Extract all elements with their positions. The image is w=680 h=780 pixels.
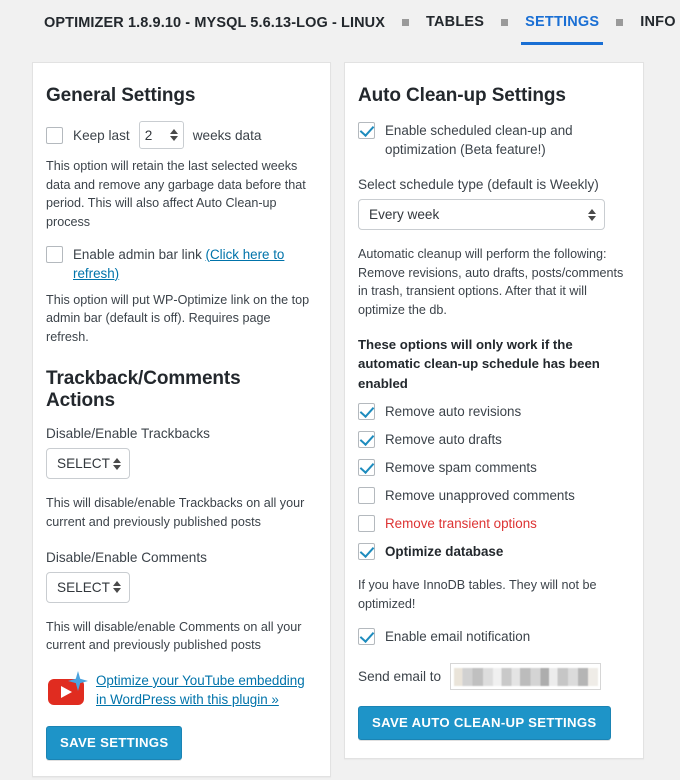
innodb-note: If you have InnoDB tables. They will not… bbox=[358, 578, 597, 611]
nav-separator-icon bbox=[501, 18, 509, 26]
keep-last-description: This option will retain the last selecte… bbox=[46, 159, 306, 229]
trackbacks-description: This will disable/enable Trackbacks on a… bbox=[46, 496, 305, 530]
youtube-promo-link[interactable]: Optimize your YouTube embedding in WordP… bbox=[96, 671, 313, 710]
select-arrows-icon[interactable] bbox=[113, 457, 121, 470]
remove-auto-drafts-checkbox[interactable] bbox=[358, 431, 375, 449]
schedule-type-label: Select schedule type (default is Weekly) bbox=[358, 177, 599, 193]
select-arrows-icon[interactable] bbox=[588, 208, 596, 221]
enable-schedule-checkbox[interactable] bbox=[358, 122, 375, 139]
auto-cleanup-settings-panel: Auto Clean-up Settings Enable scheduled … bbox=[344, 62, 644, 759]
admin-bar-link-row[interactable]: Enable admin bar link (Click here to ref… bbox=[46, 245, 313, 283]
trackbacks-field-label: Disable/Enable Trackbacks bbox=[46, 426, 210, 442]
app-header: OPTIMIZER 1.8.9.10 - MYSQL 5.6.13-LOG - … bbox=[0, 0, 680, 46]
tab-tables[interactable]: TABLES bbox=[426, 14, 484, 32]
weeks-number-input[interactable]: 2 bbox=[138, 121, 184, 149]
general-settings-panel: General Settings Keep last 2 weeks data … bbox=[32, 62, 331, 777]
remove-transient-options-checkbox[interactable] bbox=[358, 515, 375, 533]
keep-last-prefix-label: Keep last bbox=[73, 127, 130, 143]
remove-auto-drafts-label: Remove auto drafts bbox=[385, 432, 502, 448]
option-remove-auto-revisions[interactable]: Remove auto revisions bbox=[358, 402, 626, 421]
keep-last-suffix-label: weeks data bbox=[192, 127, 262, 143]
general-settings-title: General Settings bbox=[46, 85, 196, 106]
tab-settings[interactable]: SETTINGS bbox=[521, 14, 604, 45]
email-notification-label: Enable email notification bbox=[385, 628, 531, 644]
schedule-type-select[interactable]: Every week bbox=[358, 199, 605, 231]
remove-auto-revisions-label: Remove auto revisions bbox=[385, 404, 522, 420]
nav-separator-icon bbox=[402, 18, 410, 26]
remove-unapproved-comments-checkbox[interactable] bbox=[358, 487, 375, 505]
remove-auto-revisions-checkbox[interactable] bbox=[358, 403, 375, 421]
trackback-actions-title: Trackback/Comments Actions bbox=[46, 368, 241, 412]
email-notification-checkbox[interactable] bbox=[358, 627, 375, 645]
stepper-arrows-icon[interactable] bbox=[169, 129, 178, 141]
optimize-database-checkbox[interactable] bbox=[358, 543, 375, 561]
auto-cleanup-warning-text: These options will only work if the auto… bbox=[358, 336, 600, 391]
trackbacks-select[interactable]: SELECT bbox=[46, 448, 130, 480]
option-remove-spam-comments[interactable]: Remove spam comments bbox=[358, 458, 626, 477]
comments-field-label: Disable/Enable Comments bbox=[46, 549, 207, 565]
optimize-database-label: Optimize database bbox=[385, 544, 504, 560]
nav-separator-icon bbox=[616, 18, 624, 26]
youtube-icon bbox=[46, 670, 88, 705]
comments-description: This will disable/enable Comments on all… bbox=[46, 619, 302, 653]
enable-schedule-label: Enable scheduled clean-up and optimizati… bbox=[385, 123, 573, 158]
remove-spam-comments-label: Remove spam comments bbox=[385, 460, 537, 476]
enable-email-notification-row[interactable]: Enable email notification bbox=[358, 627, 626, 646]
enable-schedule-row[interactable]: Enable scheduled clean-up and optimizati… bbox=[358, 121, 626, 159]
settings-columns: General Settings Keep last 2 weeks data … bbox=[0, 46, 680, 777]
remove-spam-comments-checkbox[interactable] bbox=[358, 459, 375, 477]
remove-unapproved-comments-label: Remove unapproved comments bbox=[385, 488, 575, 504]
page-title: OPTIMIZER 1.8.9.10 - MYSQL 5.6.13-LOG - … bbox=[44, 15, 386, 31]
redacted-email-value bbox=[454, 667, 599, 686]
option-remove-unapproved-comments[interactable]: Remove unapproved comments bbox=[358, 486, 626, 505]
save-auto-cleanup-settings-button[interactable]: SAVE AUTO CLEAN-UP SETTINGS bbox=[358, 705, 611, 740]
send-email-input[interactable] bbox=[450, 662, 602, 690]
option-remove-transient-options[interactable]: Remove transient options bbox=[358, 514, 626, 533]
auto-cleanup-info-text: Automatic cleanup will perform the follo… bbox=[358, 247, 624, 317]
select-arrows-icon[interactable] bbox=[113, 581, 121, 594]
trackbacks-select-value: SELECT bbox=[57, 456, 110, 472]
keep-last-weeks-row[interactable]: Keep last 2 weeks data bbox=[46, 121, 313, 149]
remove-transient-options-label: Remove transient options bbox=[385, 516, 537, 532]
comments-select[interactable]: SELECT bbox=[46, 571, 130, 603]
tab-info[interactable]: INFO bbox=[640, 14, 675, 32]
option-remove-auto-drafts[interactable]: Remove auto drafts bbox=[358, 430, 626, 449]
keep-last-checkbox[interactable] bbox=[46, 126, 63, 144]
comments-select-value: SELECT bbox=[57, 579, 110, 595]
schedule-type-value: Every week bbox=[369, 207, 440, 223]
auto-cleanup-title: Auto Clean-up Settings bbox=[358, 85, 566, 106]
send-email-label: Send email to bbox=[358, 668, 442, 684]
option-optimize-database[interactable]: Optimize database bbox=[358, 542, 626, 561]
youtube-promo[interactable]: Optimize your YouTube embedding in WordP… bbox=[46, 670, 313, 710]
admin-bar-checkbox[interactable] bbox=[46, 245, 63, 263]
send-email-row: Send email to bbox=[358, 662, 626, 690]
save-settings-button[interactable]: SAVE SETTINGS bbox=[46, 725, 183, 760]
admin-bar-label: Enable admin bar link (Click here to ref… bbox=[73, 245, 313, 283]
weeks-value: 2 bbox=[144, 127, 153, 143]
admin-bar-text: Enable admin bar link bbox=[73, 246, 206, 262]
admin-bar-description: This option will put WP-Optimize link on… bbox=[46, 292, 310, 344]
